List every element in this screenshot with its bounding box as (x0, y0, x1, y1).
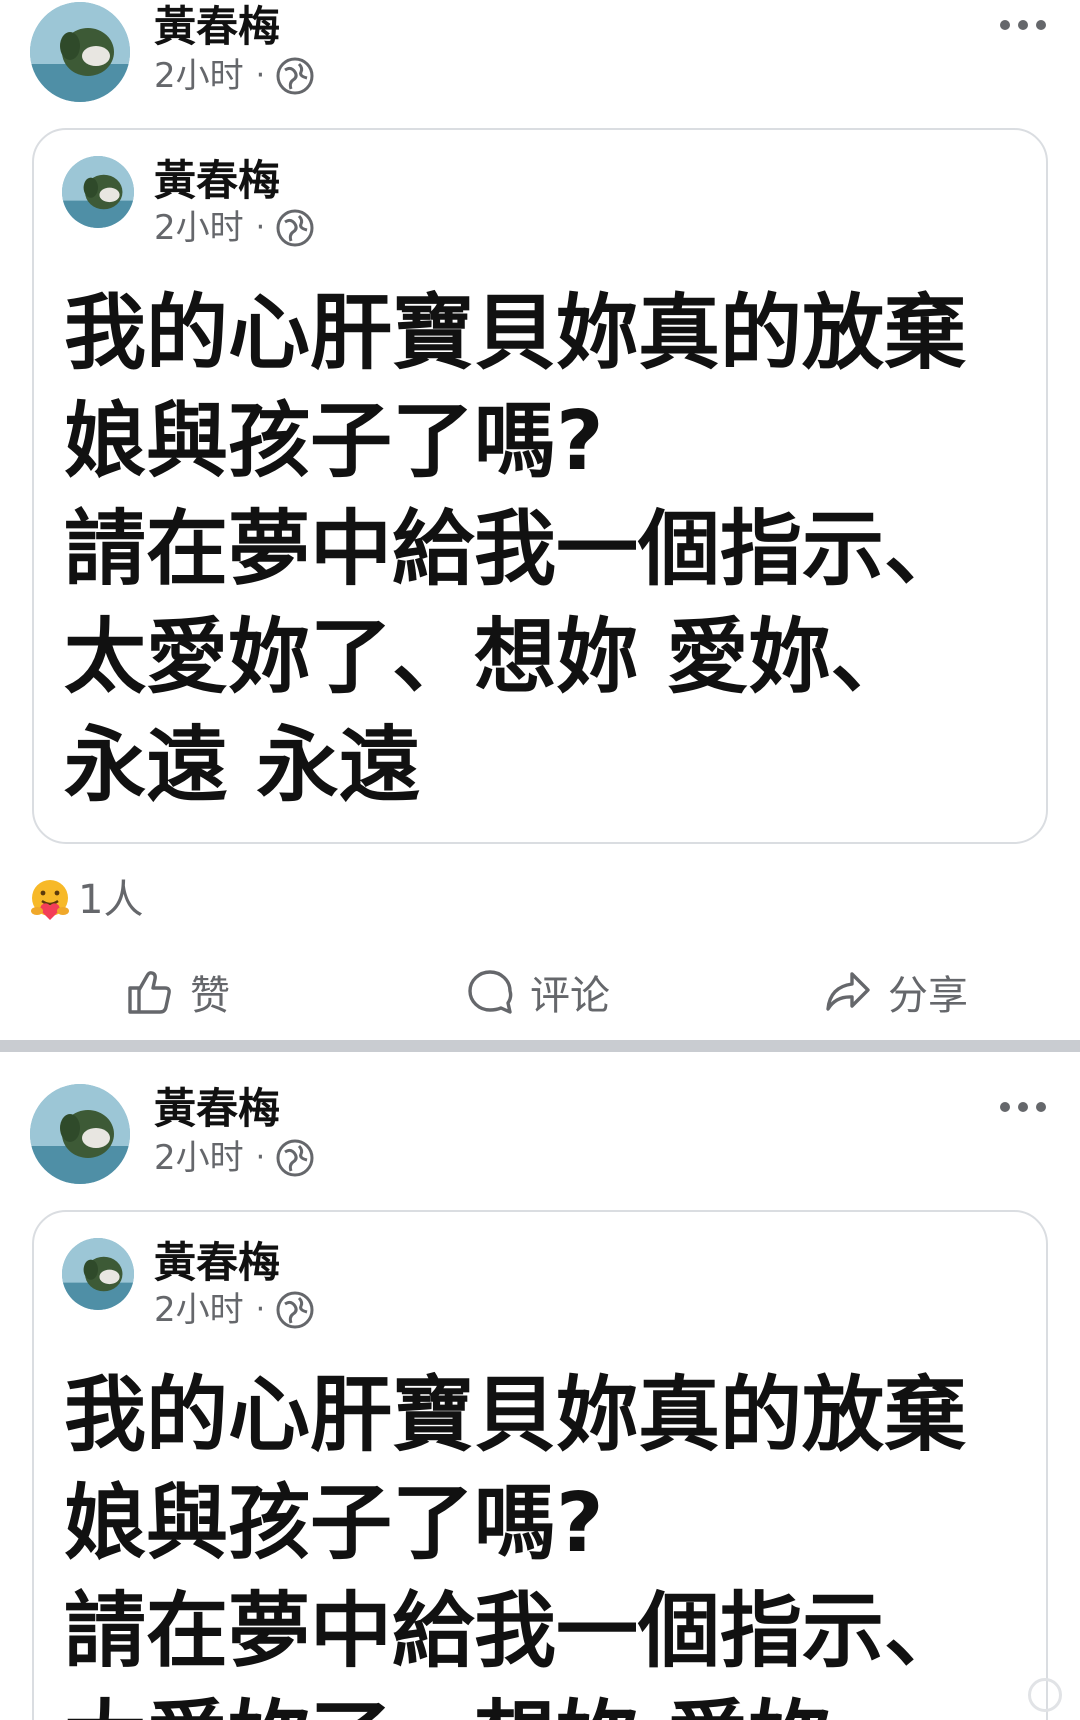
shared-post-card[interactable]: 黃春梅 2小时 · 我的心肝寶貝妳真的放棄 娘與孩子了嗎? 請在夢中給我一個指示… (32, 1210, 1048, 1720)
watermark (1028, 1678, 1070, 1712)
globe-icon (275, 1138, 315, 1178)
meta-separator: · (255, 58, 266, 93)
like-button[interactable]: 赞 (124, 960, 230, 1024)
share-button[interactable]: 分享 (822, 960, 968, 1024)
share-arrow-icon (826, 972, 870, 1011)
meta-separator: · (255, 1140, 266, 1175)
globe-icon (275, 1290, 315, 1330)
shared-post-timestamp[interactable]: 2小时 (154, 208, 244, 248)
avatar[interactable] (30, 2, 130, 102)
shared-post-timestamp[interactable]: 2小时 (154, 1290, 244, 1330)
comment-label: 评论 (530, 973, 610, 1019)
like-label: 赞 (190, 973, 230, 1019)
more-horizontal-icon[interactable] (1000, 1096, 1046, 1118)
reaction-count: 1人 (78, 877, 144, 923)
shared-post-text: 我的心肝寶貝妳真的放棄 娘與孩子了嗎? 請在夢中給我一個指示、 太愛妳了、想妳 … (64, 286, 967, 813)
shared-post-author-name[interactable]: 黃春梅 (154, 1238, 280, 1288)
shared-post-card[interactable]: 黃春梅 2小时 · 我的心肝寶貝妳真的放棄 娘與孩子了嗎? 請在夢中給我一個指示… (32, 128, 1048, 844)
avatar-image (30, 2, 130, 102)
shared-post-meta: 2小时 · (154, 208, 315, 248)
feed-post: 黃春梅 2小时 · 黃春梅 2小时 · 我的心肝寶貝妳真的放棄 娘與孩子了嗎? … (0, 1052, 1080, 1720)
meta-separator: · (255, 210, 266, 245)
shared-post-avatar[interactable] (62, 156, 134, 228)
feed-post: 黃春梅 2小时 · 黃春梅 2小时 · 我的心肝寶貝妳真的放棄 娘與孩子了嗎? … (0, 0, 1080, 1040)
post-timestamp[interactable]: 2小时 (154, 1138, 244, 1178)
globe-icon (275, 208, 315, 248)
share-label: 分享 (888, 973, 968, 1019)
post-meta: 2小时 · (154, 1138, 315, 1178)
meta-separator: · (255, 1292, 266, 1327)
reaction-summary[interactable]: 1人 (28, 872, 143, 928)
shared-post-header: 黃春梅 2小时 · (62, 156, 662, 266)
post-author-name[interactable]: 黃春梅 (154, 1084, 280, 1134)
comment-button[interactable]: 评论 (464, 960, 610, 1024)
post-header: 黃春梅 2小时 · (28, 0, 1052, 105)
shared-post-author-name[interactable]: 黃春梅 (154, 156, 280, 206)
avatar-image (30, 1084, 130, 1184)
shared-post-text: 我的心肝寶貝妳真的放棄 娘與孩子了嗎? 請在夢中給我一個指示、 太愛妳了、想妳 … (64, 1368, 967, 1720)
avatar[interactable] (30, 1084, 130, 1184)
feed-separator (0, 1040, 1080, 1052)
post-action-bar: 赞 评论 分享 (0, 960, 1080, 1024)
post-header: 黃春梅 2小时 · (28, 1082, 1052, 1187)
post-timestamp[interactable]: 2小时 (154, 56, 244, 96)
shared-post-avatar[interactable] (62, 1238, 134, 1310)
post-author-name[interactable]: 黃春梅 (154, 2, 280, 52)
care-reaction-icon (31, 880, 69, 920)
comment-bubble-icon (468, 970, 513, 1014)
shared-post-meta: 2小时 · (154, 1290, 315, 1330)
watermark-logo-icon (1028, 1678, 1062, 1712)
post-meta: 2小时 · (154, 56, 315, 96)
shared-post-header: 黃春梅 2小时 · (62, 1238, 662, 1348)
avatar-image (62, 156, 134, 228)
globe-icon (275, 56, 315, 96)
avatar-image (62, 1238, 134, 1310)
thumbs-up-icon (128, 971, 171, 1014)
more-horizontal-icon[interactable] (1000, 14, 1046, 36)
